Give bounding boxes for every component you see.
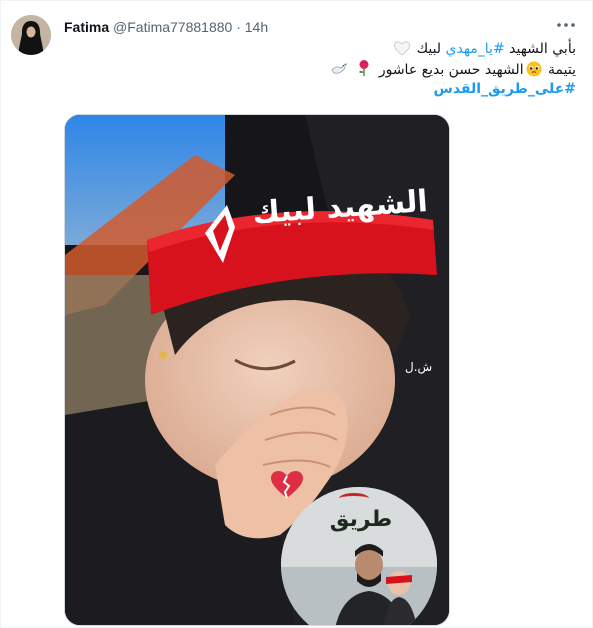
inset-text: طريق (329, 507, 393, 532)
inset-text-red-accent (339, 493, 369, 504)
tweet-text-segment: لبيك (416, 41, 446, 57)
tweet-text-line-1: بأبي الشهيد #يا_مهدي لبيك (64, 39, 576, 59)
avatar-image (11, 15, 51, 55)
watermark-text: ش.ل (405, 360, 433, 374)
header-separator: · (236, 19, 241, 35)
tweet-header: Fatima @Fatima77881880 · 14h (64, 17, 552, 37)
tweet-text-line-3: #على_طريق_القدس (64, 79, 576, 99)
tweet-media[interactable]: الشهيد لبيك ش.ل طريق (64, 114, 450, 626)
more-dots-icon (557, 23, 575, 27)
tweet-timestamp[interactable]: 14h (245, 19, 268, 35)
avatar[interactable] (11, 15, 51, 55)
tweet-card[interactable]: Fatima @Fatima77881880 · 14h بأبي الشهيد… (0, 0, 593, 628)
dove-icon (330, 61, 348, 83)
rose-icon (356, 59, 372, 83)
hashtag-ya-mahdi[interactable]: #يا_مهدي (446, 41, 505, 57)
tweet-text-segment: يتيمة (543, 62, 576, 78)
tweet-text-segment: الشهيد حسن بديع عاشور (378, 62, 524, 78)
author-handle[interactable]: @Fatima77881880 (113, 19, 232, 35)
tweet-text-segment: بأبي الشهيد (504, 41, 576, 57)
tweet-text: بأبي الشهيد #يا_مهدي لبيك يتيمة الشهيد ح… (64, 39, 576, 99)
broken-heart-icon (270, 470, 304, 500)
more-options-button[interactable] (554, 15, 578, 35)
tweet-text-line-2: يتيمة الشهيد حسن بديع عاشور (64, 59, 576, 79)
hashtag-ala-tariq-al-quds[interactable]: #على_طريق_القدس (434, 81, 576, 97)
author-name[interactable]: Fatima (64, 19, 109, 35)
